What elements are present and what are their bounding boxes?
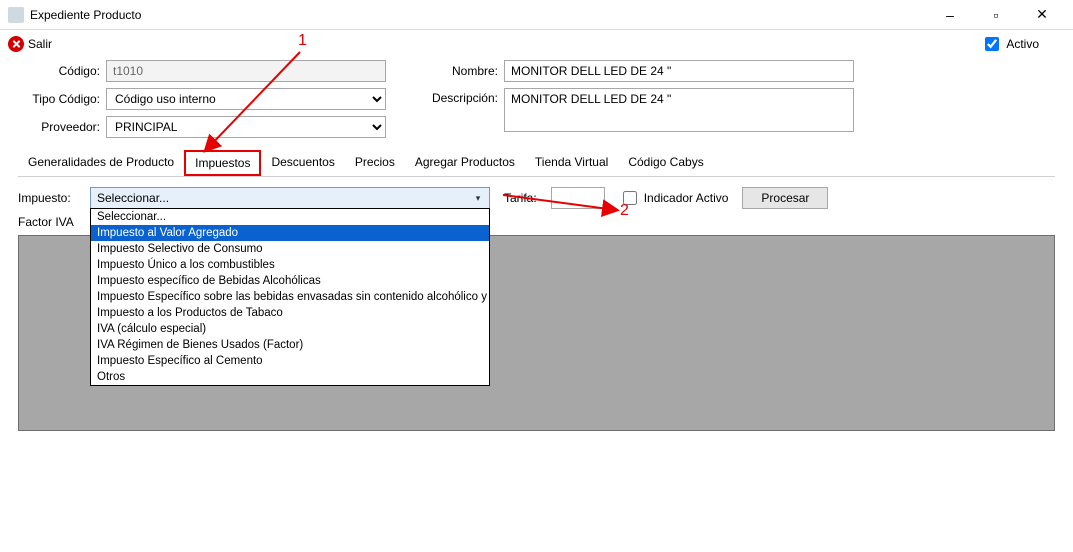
impuesto-combo-value: Seleccionar... — [97, 191, 169, 205]
tipo-codigo-label: Tipo Código: — [18, 92, 100, 106]
salir-label: Salir — [28, 37, 52, 51]
proveedor-label: Proveedor: — [18, 120, 100, 134]
maximize-button[interactable]: ▫ — [973, 0, 1019, 30]
tab-impuestos[interactable]: Impuestos — [184, 150, 261, 176]
combo-option[interactable]: IVA (cálculo especial) — [91, 321, 489, 337]
toolbar: Salir Activo — [0, 30, 1073, 58]
tab-codigo-cabys[interactable]: Código Cabys — [618, 150, 713, 176]
form-header: Código: Tipo Código: Código uso interno … — [0, 58, 1073, 144]
activo-label: Activo — [1006, 37, 1039, 51]
codigo-field — [106, 60, 386, 82]
combo-option[interactable]: Impuesto al Valor Agregado — [91, 225, 489, 241]
nombre-label: Nombre: — [426, 64, 498, 78]
combo-option[interactable]: Impuesto Específico al Cemento — [91, 353, 489, 369]
descripcion-label: Descripción: — [426, 88, 498, 105]
tab-strip: Generalidades de Producto Impuestos Desc… — [0, 144, 1073, 176]
form-col-right: Nombre: Descripción: — [426, 60, 854, 138]
tarifa-input[interactable] — [551, 187, 605, 209]
impuesto-label: Impuesto: — [18, 191, 76, 205]
proveedor-select[interactable]: PRINCIPAL — [106, 116, 386, 138]
combo-option[interactable]: Impuesto Selectivo de Consumo — [91, 241, 489, 257]
titlebar: Expediente Producto – ▫ ✕ — [0, 0, 1073, 30]
combo-option[interactable]: Impuesto Específico sobre las bebidas en… — [91, 289, 489, 305]
panel-controls-row: Impuesto: Seleccionar... ▾ Seleccionar..… — [18, 187, 1055, 209]
tab-panel-impuestos: Impuesto: Seleccionar... ▾ Seleccionar..… — [0, 177, 1073, 229]
tab-generalidades[interactable]: Generalidades de Producto — [18, 150, 184, 176]
close-circle-icon — [8, 36, 24, 52]
procesar-button[interactable]: Procesar — [742, 187, 828, 209]
combo-option[interactable]: Otros — [91, 369, 489, 385]
close-button[interactable]: ✕ — [1019, 0, 1065, 30]
combo-option[interactable]: IVA Régimen de Bienes Usados (Factor) — [91, 337, 489, 353]
form-col-left: Código: Tipo Código: Código uso interno … — [18, 60, 386, 138]
activo-container: Activo — [981, 34, 1039, 54]
window-buttons: – ▫ ✕ — [927, 0, 1065, 30]
combo-option[interactable]: Impuesto a los Productos de Tabaco — [91, 305, 489, 321]
tab-tienda-virtual[interactable]: Tienda Virtual — [525, 150, 618, 176]
tab-precios[interactable]: Precios — [345, 150, 405, 176]
combo-option[interactable]: Seleccionar... — [91, 209, 489, 225]
salir-button[interactable]: Salir — [8, 36, 52, 52]
tab-agregar-productos[interactable]: Agregar Productos — [405, 150, 525, 176]
tipo-codigo-select[interactable]: Código uso interno — [106, 88, 386, 110]
combo-option[interactable]: Impuesto específico de Bebidas Alcohólic… — [91, 273, 489, 289]
impuesto-combo[interactable]: Seleccionar... ▾ — [90, 187, 490, 209]
nombre-field[interactable] — [504, 60, 854, 82]
indicador-activo-label: Indicador Activo — [644, 191, 729, 205]
factor-iva-label: Factor IVA — [18, 215, 76, 229]
indicador-activo-wrap[interactable]: Indicador Activo — [619, 188, 729, 208]
minimize-button[interactable]: – — [927, 0, 973, 30]
window-title: Expediente Producto — [30, 8, 927, 22]
tab-descuentos[interactable]: Descuentos — [261, 150, 344, 176]
tarifa-label: Tarifa: — [504, 191, 537, 205]
annotation-2: 2 — [620, 202, 629, 220]
activo-checkbox[interactable] — [985, 37, 999, 51]
annotation-1: 1 — [298, 32, 307, 50]
app-icon — [8, 7, 24, 23]
descripcion-field[interactable] — [504, 88, 854, 132]
impuesto-dropdown[interactable]: Seleccionar... Impuesto al Valor Agregad… — [90, 208, 490, 386]
chevron-down-icon: ▾ — [471, 191, 485, 205]
impuesto-combo-wrap: Seleccionar... ▾ Seleccionar... Impuesto… — [90, 187, 490, 209]
combo-option[interactable]: Impuesto Único a los combustibles — [91, 257, 489, 273]
codigo-label: Código: — [18, 64, 100, 78]
